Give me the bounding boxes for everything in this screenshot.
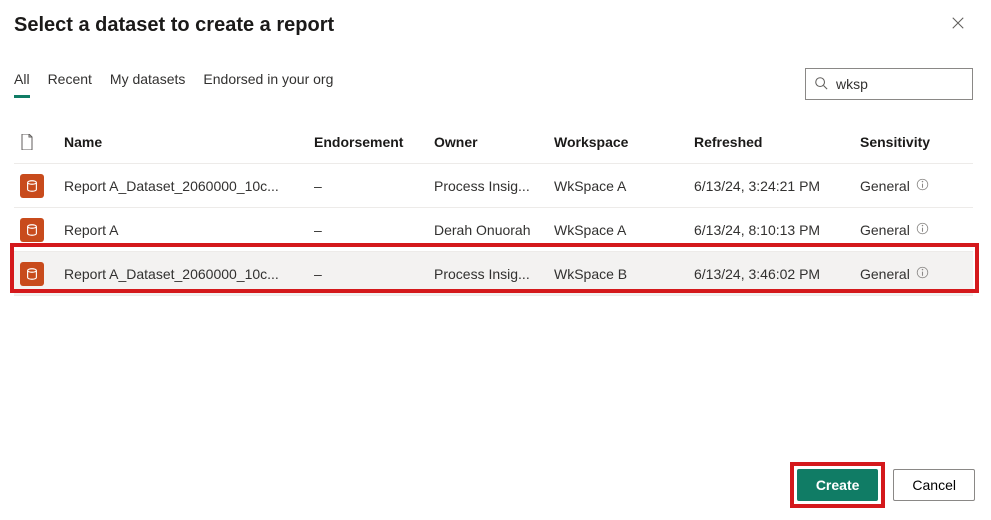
dialog-title: Select a dataset to create a report <box>14 14 334 37</box>
dataset-table: Name Endorsement Owner Workspace Refresh… <box>14 120 973 296</box>
tabs: All Recent My datasets Endorsed in your … <box>14 71 333 98</box>
col-endorsement[interactable]: Endorsement <box>314 134 434 150</box>
cell-name: Report A <box>64 222 314 238</box>
cell-sensitivity: General <box>860 222 973 238</box>
create-button[interactable]: Create <box>797 469 879 501</box>
cell-sensitivity: General <box>860 266 973 282</box>
cell-workspace: WkSpace A <box>554 222 694 238</box>
cell-endorsement: – <box>314 222 434 238</box>
close-icon[interactable] <box>943 12 973 38</box>
table-header-row: Name Endorsement Owner Workspace Refresh… <box>14 120 973 164</box>
cell-sensitivity: General <box>860 178 973 194</box>
info-icon[interactable] <box>916 266 929 282</box>
select-dataset-dialog: Select a dataset to create a report All … <box>0 0 991 520</box>
cell-endorsement: – <box>314 178 434 194</box>
table-row[interactable]: Report A – Derah Onuorah WkSpace A 6/13/… <box>14 208 973 252</box>
table-row[interactable]: Report A_Dataset_2060000_10c... – Proces… <box>14 252 973 296</box>
col-workspace[interactable]: Workspace <box>554 134 694 150</box>
cell-refreshed: 6/13/24, 8:10:13 PM <box>694 222 860 238</box>
cell-name: Report A_Dataset_2060000_10c... <box>64 266 314 282</box>
search-box[interactable] <box>805 68 973 100</box>
tab-my-datasets[interactable]: My datasets <box>110 71 185 98</box>
col-name[interactable]: Name <box>64 134 314 150</box>
col-refreshed[interactable]: Refreshed <box>694 134 860 150</box>
dialog-footer: Create Cancel <box>790 462 975 508</box>
col-sensitivity[interactable]: Sensitivity <box>860 134 973 150</box>
cell-owner: Derah Onuorah <box>434 222 554 238</box>
dataset-icon <box>20 174 64 198</box>
tab-all[interactable]: All <box>14 71 30 98</box>
info-icon[interactable] <box>916 178 929 194</box>
table-row[interactable]: Report A_Dataset_2060000_10c... – Proces… <box>14 164 973 208</box>
sensitivity-label: General <box>860 222 910 238</box>
sensitivity-label: General <box>860 266 910 282</box>
cell-refreshed: 6/13/24, 3:46:02 PM <box>694 266 860 282</box>
cancel-button[interactable]: Cancel <box>893 469 975 501</box>
sensitivity-label: General <box>860 178 910 194</box>
search-input[interactable] <box>834 75 964 93</box>
dataset-icon <box>20 262 64 286</box>
file-icon <box>20 134 64 150</box>
cell-name: Report A_Dataset_2060000_10c... <box>64 178 314 194</box>
create-highlight: Create <box>790 462 886 508</box>
cell-refreshed: 6/13/24, 3:24:21 PM <box>694 178 860 194</box>
col-owner[interactable]: Owner <box>434 134 554 150</box>
info-icon[interactable] <box>916 222 929 238</box>
tab-recent[interactable]: Recent <box>48 71 92 98</box>
cell-workspace: WkSpace B <box>554 266 694 282</box>
cell-endorsement: – <box>314 266 434 282</box>
cell-workspace: WkSpace A <box>554 178 694 194</box>
tab-endorsed[interactable]: Endorsed in your org <box>203 71 333 98</box>
cell-owner: Process Insig... <box>434 178 554 194</box>
cell-owner: Process Insig... <box>434 266 554 282</box>
search-icon <box>814 76 828 93</box>
dataset-icon <box>20 218 64 242</box>
